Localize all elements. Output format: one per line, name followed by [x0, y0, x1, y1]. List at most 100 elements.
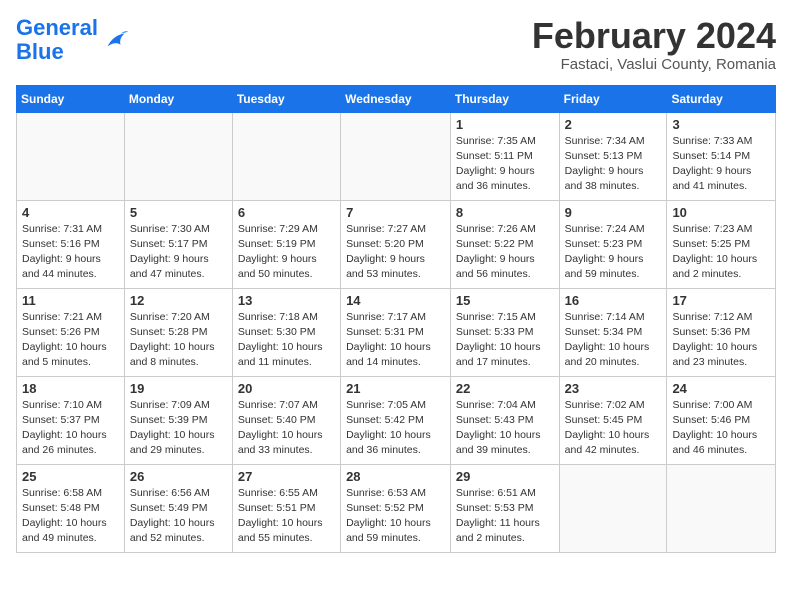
- calendar-cell: 17 Sunrise: 7:12 AM Sunset: 5:36 PM Dayli…: [667, 288, 776, 376]
- day-number: 21: [346, 381, 445, 396]
- day-info: Sunrise: 6:58 AM Sunset: 5:48 PM Dayligh…: [22, 486, 119, 547]
- day-number: 2: [565, 117, 662, 132]
- day-info: Sunrise: 7:18 AM Sunset: 5:30 PM Dayligh…: [238, 310, 335, 371]
- calendar-cell: [559, 464, 667, 552]
- day-number: 20: [238, 381, 335, 396]
- logo-text: GeneralBlue: [16, 16, 98, 64]
- calendar-cell: 20 Sunrise: 7:07 AM Sunset: 5:40 PM Dayli…: [232, 376, 340, 464]
- calendar-week-row: 1Sunrise: 7:35 AM Sunset: 5:11 PM Daylig…: [17, 112, 776, 200]
- day-number: 27: [238, 469, 335, 484]
- day-info: Sunrise: 7:35 AM Sunset: 5:11 PM Dayligh…: [456, 134, 554, 195]
- day-number: 23: [565, 381, 662, 396]
- calendar-week-row: 11 Sunrise: 7:21 AM Sunset: 5:26 PM Dayli…: [17, 288, 776, 376]
- calendar-header-row: SundayMondayTuesdayWednesdayThursdayFrid…: [17, 85, 776, 112]
- calendar-cell: 14 Sunrise: 7:17 AM Sunset: 5:31 PM Dayli…: [341, 288, 451, 376]
- calendar-cell: 23 Sunrise: 7:02 AM Sunset: 5:45 PM Dayli…: [559, 376, 667, 464]
- day-number: 9: [565, 205, 662, 220]
- day-number: 3: [672, 117, 770, 132]
- calendar-cell: 18 Sunrise: 7:10 AM Sunset: 5:37 PM Dayli…: [17, 376, 125, 464]
- calendar-cell: 19 Sunrise: 7:09 AM Sunset: 5:39 PM Dayli…: [124, 376, 232, 464]
- calendar-cell: 22Sunrise: 7:04 AM Sunset: 5:43 PM Dayli…: [450, 376, 559, 464]
- calendar-cell: 3 Sunrise: 7:33 AM Sunset: 5:14 PM Daylig…: [667, 112, 776, 200]
- weekday-header: Monday: [124, 85, 232, 112]
- page-header: GeneralBlue February 2024 Fastaci, Vaslu…: [16, 16, 776, 73]
- day-info: Sunrise: 7:02 AM Sunset: 5:45 PM Dayligh…: [565, 398, 662, 459]
- day-info: Sunrise: 7:07 AM Sunset: 5:40 PM Dayligh…: [238, 398, 335, 459]
- logo-bird-icon: [100, 26, 128, 54]
- calendar-cell: 4 Sunrise: 7:31 AM Sunset: 5:16 PM Daylig…: [17, 200, 125, 288]
- title-block: February 2024 Fastaci, Vaslui County, Ro…: [532, 16, 776, 73]
- day-info: Sunrise: 7:24 AM Sunset: 5:23 PM Dayligh…: [565, 222, 662, 283]
- day-info: Sunrise: 6:51 AM Sunset: 5:53 PM Dayligh…: [456, 486, 554, 547]
- calendar-cell: 29 Sunrise: 6:51 AM Sunset: 5:53 PM Dayli…: [450, 464, 559, 552]
- calendar-cell: 15Sunrise: 7:15 AM Sunset: 5:33 PM Dayli…: [450, 288, 559, 376]
- day-info: Sunrise: 7:34 AM Sunset: 5:13 PM Dayligh…: [565, 134, 662, 195]
- day-number: 26: [130, 469, 227, 484]
- day-info: Sunrise: 7:05 AM Sunset: 5:42 PM Dayligh…: [346, 398, 445, 459]
- calendar-cell: 26 Sunrise: 6:56 AM Sunset: 5:49 PM Dayli…: [124, 464, 232, 552]
- day-info: Sunrise: 7:20 AM Sunset: 5:28 PM Dayligh…: [130, 310, 227, 371]
- day-number: 12: [130, 293, 227, 308]
- calendar-cell: 8 Sunrise: 7:26 AM Sunset: 5:22 PM Daylig…: [450, 200, 559, 288]
- day-number: 6: [238, 205, 335, 220]
- day-number: 29: [456, 469, 554, 484]
- calendar-cell: 21 Sunrise: 7:05 AM Sunset: 5:42 PM Dayli…: [341, 376, 451, 464]
- calendar-cell: [17, 112, 125, 200]
- calendar-cell: [124, 112, 232, 200]
- calendar-cell: 9 Sunrise: 7:24 AM Sunset: 5:23 PM Daylig…: [559, 200, 667, 288]
- day-info: Sunrise: 7:26 AM Sunset: 5:22 PM Dayligh…: [456, 222, 554, 283]
- day-info: Sunrise: 7:10 AM Sunset: 5:37 PM Dayligh…: [22, 398, 119, 459]
- day-number: 18: [22, 381, 119, 396]
- calendar-table: SundayMondayTuesdayWednesdayThursdayFrid…: [16, 85, 776, 553]
- calendar-cell: [232, 112, 340, 200]
- weekday-header: Sunday: [17, 85, 125, 112]
- day-info: Sunrise: 7:27 AM Sunset: 5:20 PM Dayligh…: [346, 222, 445, 283]
- day-info: Sunrise: 7:21 AM Sunset: 5:26 PM Dayligh…: [22, 310, 119, 371]
- day-number: 16: [565, 293, 662, 308]
- weekday-header: Saturday: [667, 85, 776, 112]
- calendar-cell: 27 Sunrise: 6:55 AM Sunset: 5:51 PM Dayli…: [232, 464, 340, 552]
- location-subtitle: Fastaci, Vaslui County, Romania: [532, 56, 776, 73]
- day-number: 11: [22, 293, 119, 308]
- day-info: Sunrise: 7:04 AM Sunset: 5:43 PM Dayligh…: [456, 398, 554, 459]
- day-info: Sunrise: 7:14 AM Sunset: 5:34 PM Dayligh…: [565, 310, 662, 371]
- day-number: 10: [672, 205, 770, 220]
- calendar-cell: 2 Sunrise: 7:34 AM Sunset: 5:13 PM Daylig…: [559, 112, 667, 200]
- day-number: 8: [456, 205, 554, 220]
- calendar-cell: [667, 464, 776, 552]
- day-info: Sunrise: 7:09 AM Sunset: 5:39 PM Dayligh…: [130, 398, 227, 459]
- day-info: Sunrise: 6:55 AM Sunset: 5:51 PM Dayligh…: [238, 486, 335, 547]
- day-info: Sunrise: 7:12 AM Sunset: 5:36 PM Dayligh…: [672, 310, 770, 371]
- weekday-header: Friday: [559, 85, 667, 112]
- calendar-week-row: 25 Sunrise: 6:58 AM Sunset: 5:48 PM Dayli…: [17, 464, 776, 552]
- day-number: 19: [130, 381, 227, 396]
- day-info: Sunrise: 6:53 AM Sunset: 5:52 PM Dayligh…: [346, 486, 445, 547]
- calendar-cell: [341, 112, 451, 200]
- calendar-cell: 13 Sunrise: 7:18 AM Sunset: 5:30 PM Dayli…: [232, 288, 340, 376]
- calendar-cell: 24Sunrise: 7:00 AM Sunset: 5:46 PM Dayli…: [667, 376, 776, 464]
- calendar-cell: 7Sunrise: 7:27 AM Sunset: 5:20 PM Daylig…: [341, 200, 451, 288]
- day-number: 17: [672, 293, 770, 308]
- day-number: 15: [456, 293, 554, 308]
- calendar-week-row: 18 Sunrise: 7:10 AM Sunset: 5:37 PM Dayli…: [17, 376, 776, 464]
- calendar-cell: 28 Sunrise: 6:53 AM Sunset: 5:52 PM Dayli…: [341, 464, 451, 552]
- calendar-cell: 5Sunrise: 7:30 AM Sunset: 5:17 PM Daylig…: [124, 200, 232, 288]
- weekday-header: Thursday: [450, 85, 559, 112]
- day-info: Sunrise: 6:56 AM Sunset: 5:49 PM Dayligh…: [130, 486, 227, 547]
- day-number: 14: [346, 293, 445, 308]
- day-number: 4: [22, 205, 119, 220]
- calendar-cell: 10Sunrise: 7:23 AM Sunset: 5:25 PM Dayli…: [667, 200, 776, 288]
- day-number: 28: [346, 469, 445, 484]
- weekday-header: Wednesday: [341, 85, 451, 112]
- calendar-week-row: 4 Sunrise: 7:31 AM Sunset: 5:16 PM Daylig…: [17, 200, 776, 288]
- calendar-cell: 1Sunrise: 7:35 AM Sunset: 5:11 PM Daylig…: [450, 112, 559, 200]
- month-title: February 2024: [532, 16, 776, 56]
- calendar-cell: 11 Sunrise: 7:21 AM Sunset: 5:26 PM Dayli…: [17, 288, 125, 376]
- day-info: Sunrise: 7:33 AM Sunset: 5:14 PM Dayligh…: [672, 134, 770, 195]
- weekday-header: Tuesday: [232, 85, 340, 112]
- day-info: Sunrise: 7:17 AM Sunset: 5:31 PM Dayligh…: [346, 310, 445, 371]
- day-number: 25: [22, 469, 119, 484]
- day-number: 13: [238, 293, 335, 308]
- calendar-cell: 12 Sunrise: 7:20 AM Sunset: 5:28 PM Dayli…: [124, 288, 232, 376]
- day-info: Sunrise: 7:31 AM Sunset: 5:16 PM Dayligh…: [22, 222, 119, 283]
